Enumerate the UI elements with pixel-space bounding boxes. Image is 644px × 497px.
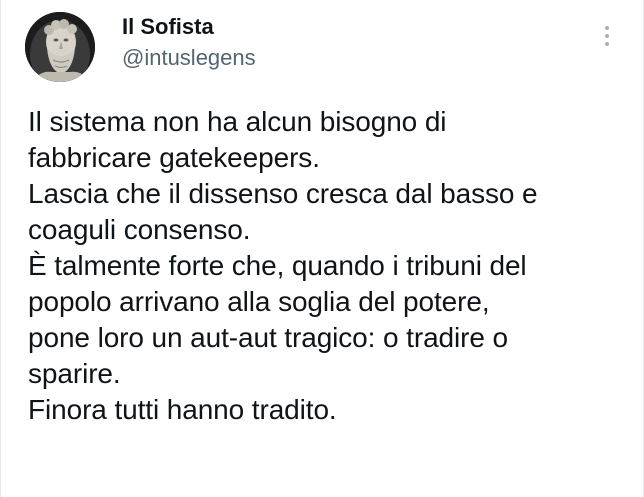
tweet-text: Il sistema non ha alcun bisogno di fabbr… bbox=[28, 104, 628, 428]
more-vertical-icon[interactable] bbox=[597, 26, 617, 54]
tweet-line: popolo arrivano alla soglia del potere, bbox=[28, 286, 490, 317]
author-display-name[interactable]: Il Sofista bbox=[122, 14, 214, 40]
menu-dot bbox=[605, 26, 609, 30]
tweet-line: coaguli consenso. bbox=[28, 214, 251, 245]
tweet-line: fabbricare gatekeepers. bbox=[28, 142, 320, 173]
menu-dot bbox=[605, 42, 609, 46]
menu-dot bbox=[605, 34, 609, 38]
author-handle[interactable]: @intuslegens bbox=[122, 45, 256, 71]
tweet-card: Il Sofista @intuslegens Il sistema non h… bbox=[0, 0, 644, 497]
tweet-line: Finora tutti hanno tradito. bbox=[28, 394, 337, 425]
tweet-line: È talmente forte che, quando i tribuni d… bbox=[28, 250, 527, 281]
tweet-line: sparire. bbox=[28, 358, 121, 389]
greek-bust-icon bbox=[25, 12, 95, 82]
tweet-line: Lascia che il dissenso cresca dal basso … bbox=[28, 178, 538, 209]
tweet-line: pone loro un aut-aut tragico: o tradire … bbox=[28, 322, 508, 353]
author-avatar[interactable] bbox=[25, 12, 95, 82]
tweet-line: Il sistema non ha alcun bisogno di bbox=[28, 106, 447, 137]
